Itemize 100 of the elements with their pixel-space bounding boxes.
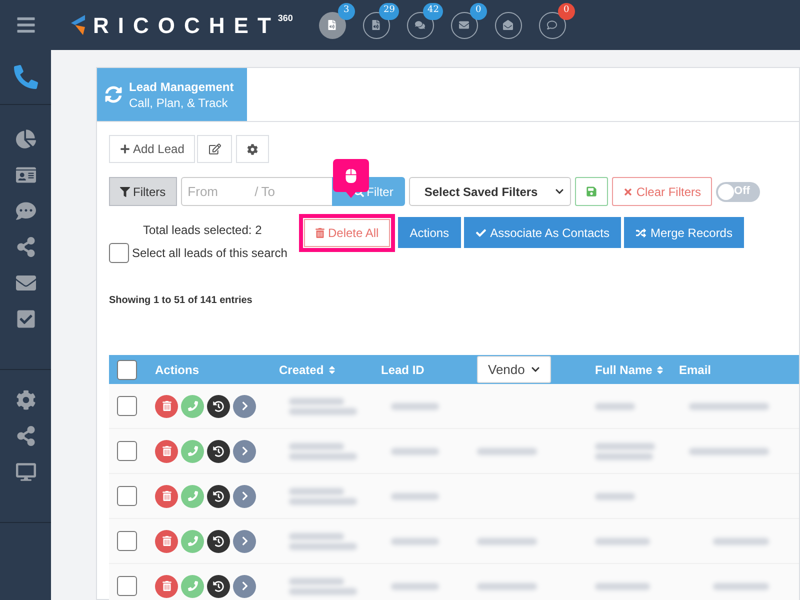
count-badge: 0 [558,2,575,20]
count-badge: 29 [379,2,399,20]
blurred-text [289,408,357,414]
action-button[interactable]: Associate As Contacts [464,217,622,248]
history-icon [213,580,224,592]
chevron-down-icon [555,187,564,196]
blurred-text [595,538,650,544]
phone-icon [188,536,198,546]
add-lead-button[interactable]: Add Lead [109,135,196,163]
trash-icon [162,581,172,591]
column-header: Email [679,362,712,378]
chevron-right-icon [240,581,250,591]
history-button[interactable] [207,574,230,598]
chat-bubbles-icon [415,20,426,30]
phone-icon [188,446,198,456]
envelope-icon [459,20,470,30]
sidebar-item[interactable] [16,426,36,446]
blurred-text [289,442,344,450]
row-checkbox[interactable] [117,396,137,416]
notification-button[interactable] [318,12,346,38]
count-badge: 42 [423,2,443,20]
action-button[interactable]: Actions [398,217,462,248]
sidebar-item[interactable] [16,309,36,329]
message-icon [16,201,36,221]
column-header[interactable]: Created [279,360,337,378]
select-all-checkbox[interactable] [109,243,129,263]
delete-row-button[interactable] [155,440,178,462]
saved-filters-select[interactable]: Select Saved Filters [409,177,572,206]
blurred-text [595,492,635,500]
sidebar-item[interactable] [16,201,36,221]
page-subtitle: Call, Plan, & Track [129,94,229,110]
from-field[interactable]: From [188,182,252,202]
trash-icon [162,401,172,411]
settings-button[interactable] [236,135,270,163]
row-checkbox[interactable] [117,486,137,506]
settings-icon [16,390,36,410]
sidebar-item[interactable] [16,390,36,410]
chevron-right-icon [240,446,250,456]
history-button[interactable] [207,394,230,418]
blurred-text [477,448,537,454]
sidebar-item[interactable] [16,129,36,149]
filters-button[interactable]: Filters [109,177,177,206]
chevron-down-icon [531,365,540,374]
monitor-icon [16,462,36,482]
phone-icon [14,65,38,89]
sidebar-item[interactable] [16,462,36,482]
trash-icon [162,536,172,546]
delete-row-button[interactable] [155,574,178,598]
blurred-text [595,452,653,460]
blurred-text [391,582,439,590]
select-all-rows-checkbox[interactable] [117,360,137,380]
blurred-text [289,488,344,494]
delete-row-button[interactable] [155,394,178,418]
row-checkbox[interactable] [117,576,137,596]
blurred-text [713,582,769,590]
history-button[interactable] [207,484,230,508]
edit-icon [208,143,221,155]
count-badge: 3 [338,2,355,20]
save-filter-button[interactable] [575,177,608,206]
edit-button[interactable] [197,135,232,163]
trash-icon [162,491,172,501]
to-field[interactable]: To [261,182,322,202]
save-icon [586,186,598,197]
sidebar-item[interactable] [16,237,36,257]
date-separator: / [254,182,258,201]
blurred-text [289,578,344,584]
sidebar-item[interactable] [14,65,38,89]
select-all-label: Select all leads of this search [132,245,288,262]
column-header: Actions [155,362,200,378]
check-icon [476,228,486,238]
clear-filters-button[interactable]: Clear Filters [612,177,712,206]
blurred-text [289,532,344,540]
filter-icon [120,186,130,196]
mouse-icon [344,168,358,182]
pie-chart-icon [16,129,36,149]
blurred-text [391,492,439,500]
contact-card-icon [16,165,36,185]
row-checkbox[interactable] [117,531,137,551]
sidebar-item[interactable] [16,165,36,185]
phone-icon [188,581,198,591]
delete-row-button[interactable] [155,530,178,552]
chevron-right-icon [240,401,250,411]
column-header[interactable]: Full Name [595,360,666,378]
shuffle-icon [636,228,646,238]
action-button[interactable]: Merge Records [624,217,744,248]
close-icon [623,186,634,196]
history-icon [213,490,224,502]
notification-button[interactable] [494,12,522,38]
page-title: Lead Management [129,78,234,94]
row-checkbox[interactable] [117,441,137,461]
sidebar-item[interactable] [16,273,36,293]
blurred-text [391,538,439,544]
history-button[interactable] [207,530,230,552]
delete-row-button[interactable] [155,484,178,508]
delete-all-button[interactable]: Delete All [304,219,390,247]
chevron-right-icon [240,491,250,501]
history-button[interactable] [207,440,230,462]
phone-icon [188,491,198,501]
blurred-text [477,538,537,544]
vendor-select[interactable]: Vendo [477,356,551,383]
